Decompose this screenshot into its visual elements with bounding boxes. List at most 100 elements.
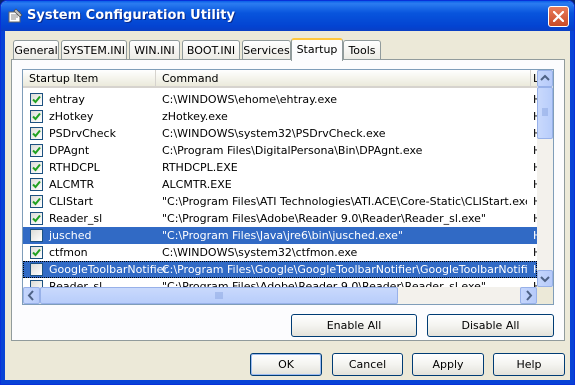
startup-item-checkbox[interactable]: [30, 93, 43, 106]
arrow-left-icon: [27, 290, 34, 301]
cancel-button[interactable]: Cancel: [332, 353, 403, 376]
startup-item-command: "C:\Program Files\Adobe\Reader 9.0\Reade…: [162, 212, 486, 225]
tab-system-ini[interactable]: SYSTEM.INI: [61, 40, 127, 59]
apply-button[interactable]: Apply: [412, 353, 484, 376]
table-row[interactable]: zHotkeyzHotkey.exeH: [23, 108, 537, 125]
system-configuration-window: System Configuration Utility General SYS…: [0, 0, 575, 385]
help-label: Help: [516, 358, 542, 371]
scroll-up-button[interactable]: [537, 70, 553, 87]
tab-tools[interactable]: Tools: [343, 40, 381, 59]
startup-item-name: Reader_sl: [49, 212, 103, 225]
table-row[interactable]: Reader_sl "C:\Program Files\Adobe\Reader …: [23, 210, 537, 227]
startup-item-checkbox[interactable]: [30, 246, 43, 259]
startup-item-name: ALCMTR: [49, 178, 95, 191]
startup-item-checkbox[interactable]: [30, 280, 43, 287]
checkmark-icon: [32, 180, 41, 189]
table-row[interactable]: ehtrayC:\WINDOWS\ehome\ehtray.exeH: [23, 91, 537, 108]
startup-item-command: C:\Program Files\DigitalPersona\Bin\DPAg…: [162, 144, 423, 157]
startup-item-checkbox[interactable]: [30, 161, 43, 174]
tab-startup[interactable]: Startup: [291, 38, 343, 61]
vertical-scroll-thumb[interactable]: [537, 87, 553, 139]
arrow-up-icon: [540, 74, 550, 81]
table-row[interactable]: RTHDCPLRTHDCPL.EXEH: [23, 159, 537, 176]
msconfig-app-icon: [7, 8, 23, 24]
startup-item-checkbox[interactable]: [30, 127, 43, 140]
startup-item-checkbox[interactable]: [30, 144, 43, 157]
checkmark-icon: [32, 214, 41, 223]
startup-item-command: zHotkey.exe: [162, 110, 228, 123]
arrow-down-icon: [540, 276, 550, 283]
table-row[interactable]: DPAgnt C:\Program Files\DigitalPersona\Bi…: [23, 142, 537, 159]
ok-button[interactable]: OK: [250, 353, 322, 376]
disable-all-label: Disable All: [461, 319, 520, 332]
startup-item-checkbox[interactable]: [30, 110, 43, 123]
startup-items-list[interactable]: Startup Item Command L ehtray C:\WINDOWS\…: [22, 69, 554, 305]
help-button[interactable]: Help: [493, 353, 565, 376]
startup-item-name: PSDrvCheck: [49, 127, 116, 140]
startup-item-name: Reader_sl: [49, 280, 103, 287]
startup-item-name: ehtray: [49, 93, 85, 106]
checkmark-icon: [32, 163, 41, 172]
scroll-left-button[interactable]: [23, 287, 40, 304]
horizontal-scroll-thumb[interactable]: [40, 287, 398, 304]
close-button[interactable]: [548, 6, 569, 27]
startup-item-name: DPAgnt: [49, 144, 90, 157]
startup-item-command: ALCMTR.EXE: [162, 178, 232, 191]
startup-item-command: C:\Program Files\Google\GoogleToolbarNot…: [162, 263, 527, 276]
startup-item-name: jusched: [49, 229, 92, 242]
disable-all-button[interactable]: Disable All: [427, 314, 554, 337]
table-row[interactable]: Reader_sl "C:\Program Files\Adobe\Reader …: [23, 278, 537, 287]
startup-item-name: CLIStart: [49, 195, 93, 208]
startup-item-name: zHotkey: [49, 110, 94, 123]
enable-all-label: Enable All: [326, 319, 382, 332]
checkmark-icon: [32, 146, 41, 155]
startup-item-checkbox[interactable]: [30, 212, 43, 225]
list-body: ehtrayC:\WINDOWS\ehome\ehtray.exeHzHotke…: [23, 91, 537, 287]
close-icon: [553, 11, 564, 22]
scroll-right-button[interactable]: [520, 287, 537, 304]
tab-win-ini[interactable]: WIN.INI: [129, 40, 180, 59]
checkmark-icon: [32, 95, 41, 104]
table-row[interactable]: PSDrvCheck C:\WINDOWS\system32\PSDrvCheck…: [23, 125, 537, 142]
startup-item-name: ctfmon: [49, 246, 88, 259]
startup-item-command: C:\WINDOWS\system32\ctfmon.exe: [162, 246, 358, 259]
startup-item-name: GoogleToolbarNotifier: [49, 263, 168, 276]
cancel-label: Cancel: [348, 358, 387, 371]
column-header-startup-item[interactable]: Startup Item: [23, 70, 156, 88]
grip-icon: [215, 292, 223, 299]
window-frame-bottom: [1, 380, 574, 384]
title-bar[interactable]: System Configuration Utility: [1, 1, 574, 31]
window-frame-left: [1, 31, 5, 384]
table-row[interactable]: ALCMTRALCMTR.EXEH: [23, 176, 537, 193]
ok-label: OK: [278, 358, 294, 371]
table-row[interactable]: jusched "C:\Program Files\Java\jre6\bin\j…: [23, 227, 537, 244]
window-title: System Configuration Utility: [27, 8, 235, 23]
table-row[interactable]: GoogleToolbarNotifier C:\Program Files\Go…: [23, 261, 537, 278]
checkmark-icon: [32, 248, 41, 257]
startup-item-command: C:\WINDOWS\system32\PSDrvCheck.exe: [162, 127, 386, 140]
enable-all-button[interactable]: Enable All: [291, 314, 417, 337]
scrollbar-corner: [537, 287, 553, 304]
tab-general[interactable]: General: [13, 40, 59, 59]
list-header: Startup Item Command L: [23, 70, 539, 88]
apply-label: Apply: [432, 358, 464, 371]
tab-boot-ini[interactable]: BOOT.INI: [182, 40, 240, 59]
scroll-down-button[interactable]: [537, 270, 553, 287]
startup-item-command: "C:\Program Files\ATI Technologies\ATI.A…: [162, 195, 527, 208]
arrow-right-icon: [526, 290, 533, 301]
table-row[interactable]: ctfmonC:\WINDOWS\system32\ctfmon.exeH: [23, 244, 537, 261]
checkmark-icon: [32, 112, 41, 121]
startup-item-command: C:\WINDOWS\ehome\ehtray.exe: [162, 93, 338, 106]
startup-item-checkbox[interactable]: [30, 178, 43, 191]
startup-item-checkbox[interactable]: [30, 229, 43, 242]
startup-item-checkbox[interactable]: [30, 263, 43, 276]
column-header-command[interactable]: Command: [156, 70, 531, 88]
grip-icon: [542, 108, 548, 116]
table-row[interactable]: CLIStart "C:\Program Files\ATI Technologi…: [23, 193, 537, 210]
startup-item-command: RTHDCPL.EXE: [162, 161, 238, 174]
tab-services[interactable]: Services: [242, 40, 291, 59]
vertical-scrollbar[interactable]: [537, 70, 553, 287]
startup-item-checkbox[interactable]: [30, 195, 43, 208]
startup-item-command: "C:\Program Files\Java\jre6\bin\jusched.…: [162, 229, 403, 242]
horizontal-scrollbar[interactable]: [23, 287, 537, 304]
